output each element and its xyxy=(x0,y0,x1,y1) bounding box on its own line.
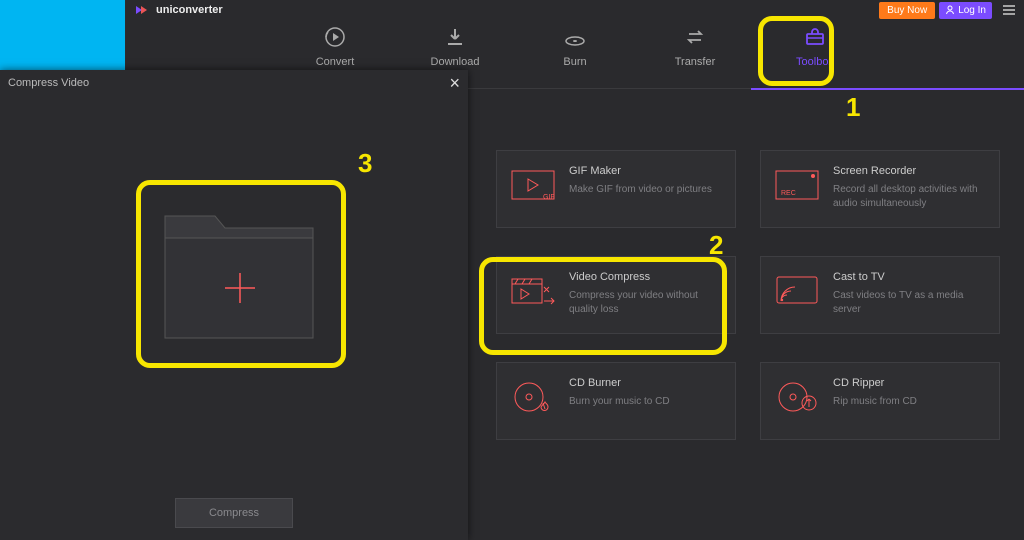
tab-label: Transfer xyxy=(675,56,716,68)
tab-toolbox[interactable]: Toolbox xyxy=(785,24,845,68)
card-title: Cast to TV xyxy=(833,271,985,283)
card-cast-to-tv[interactable]: Cast to TV Cast videos to TV as a media … xyxy=(760,256,1000,334)
screen-recorder-icon: REC xyxy=(775,165,819,205)
card-desc: Record all desktop activities with audio… xyxy=(833,183,985,210)
card-desc: Rip music from CD xyxy=(833,395,917,409)
card-title: Video Compress xyxy=(569,271,721,283)
svg-text:REC: REC xyxy=(781,190,796,197)
nav-underline-active xyxy=(751,88,1024,90)
panel-title: Compress Video xyxy=(8,77,89,89)
card-video-compress[interactable]: Video Compress Compress your video witho… xyxy=(496,256,736,334)
login-button[interactable]: Log In xyxy=(939,2,992,19)
tab-label: Burn xyxy=(563,56,586,68)
cd-burner-icon xyxy=(511,377,555,417)
app-logo-icon xyxy=(134,4,150,16)
burn-icon xyxy=(562,24,588,50)
buy-now-button[interactable]: Buy Now xyxy=(879,2,935,19)
video-compress-icon xyxy=(511,271,555,311)
close-icon[interactable]: × xyxy=(449,74,460,92)
card-desc: Cast videos to TV as a media server xyxy=(833,289,985,316)
tab-label: Toolbox xyxy=(796,56,834,68)
card-title: CD Ripper xyxy=(833,377,917,389)
card-desc: Make GIF from video or pictures xyxy=(569,183,712,197)
svg-text:GIF: GIF xyxy=(543,194,555,201)
tab-download[interactable]: Download xyxy=(425,24,485,68)
app-title: uniconverter xyxy=(156,4,223,16)
tab-burn[interactable]: Burn xyxy=(545,24,605,68)
card-title: Screen Recorder xyxy=(833,165,985,177)
user-icon xyxy=(945,5,955,15)
card-cd-burner[interactable]: CD Burner Burn your music to CD xyxy=(496,362,736,440)
login-label: Log In xyxy=(958,5,986,16)
card-title: GIF Maker xyxy=(569,165,712,177)
gif-icon: GIF xyxy=(511,165,555,205)
cd-ripper-icon xyxy=(775,377,819,417)
card-screen-recorder[interactable]: REC Screen Recorder Record all desktop a… xyxy=(760,150,1000,228)
card-desc: Compress your video without quality loss xyxy=(569,289,721,316)
tab-transfer[interactable]: Transfer xyxy=(665,24,725,68)
panel-header: Compress Video × xyxy=(0,70,468,96)
transfer-icon xyxy=(682,24,708,50)
cast-icon xyxy=(775,271,819,311)
titlebar: uniconverter Buy Now Log In xyxy=(126,0,1024,18)
compress-video-panel: Compress Video × Compress xyxy=(0,70,468,540)
tab-label: Convert xyxy=(316,56,355,68)
convert-icon xyxy=(322,24,348,50)
card-desc: Burn your music to CD xyxy=(569,395,670,409)
tab-convert[interactable]: Convert xyxy=(305,24,365,68)
compress-button[interactable]: Compress xyxy=(175,498,293,528)
card-cd-ripper[interactable]: CD Ripper Rip music from CD xyxy=(760,362,1000,440)
toolbox-icon xyxy=(802,24,828,50)
tab-label: Download xyxy=(431,56,480,68)
card-gif-maker[interactable]: GIF GIF Maker Make GIF from video or pic… xyxy=(496,150,736,228)
download-icon xyxy=(442,24,468,50)
add-file-dropzone[interactable] xyxy=(155,198,323,348)
menu-icon[interactable] xyxy=(1002,4,1016,16)
toolbox-grid: GIF GIF Maker Make GIF from video or pic… xyxy=(496,150,1014,440)
card-title: CD Burner xyxy=(569,377,670,389)
